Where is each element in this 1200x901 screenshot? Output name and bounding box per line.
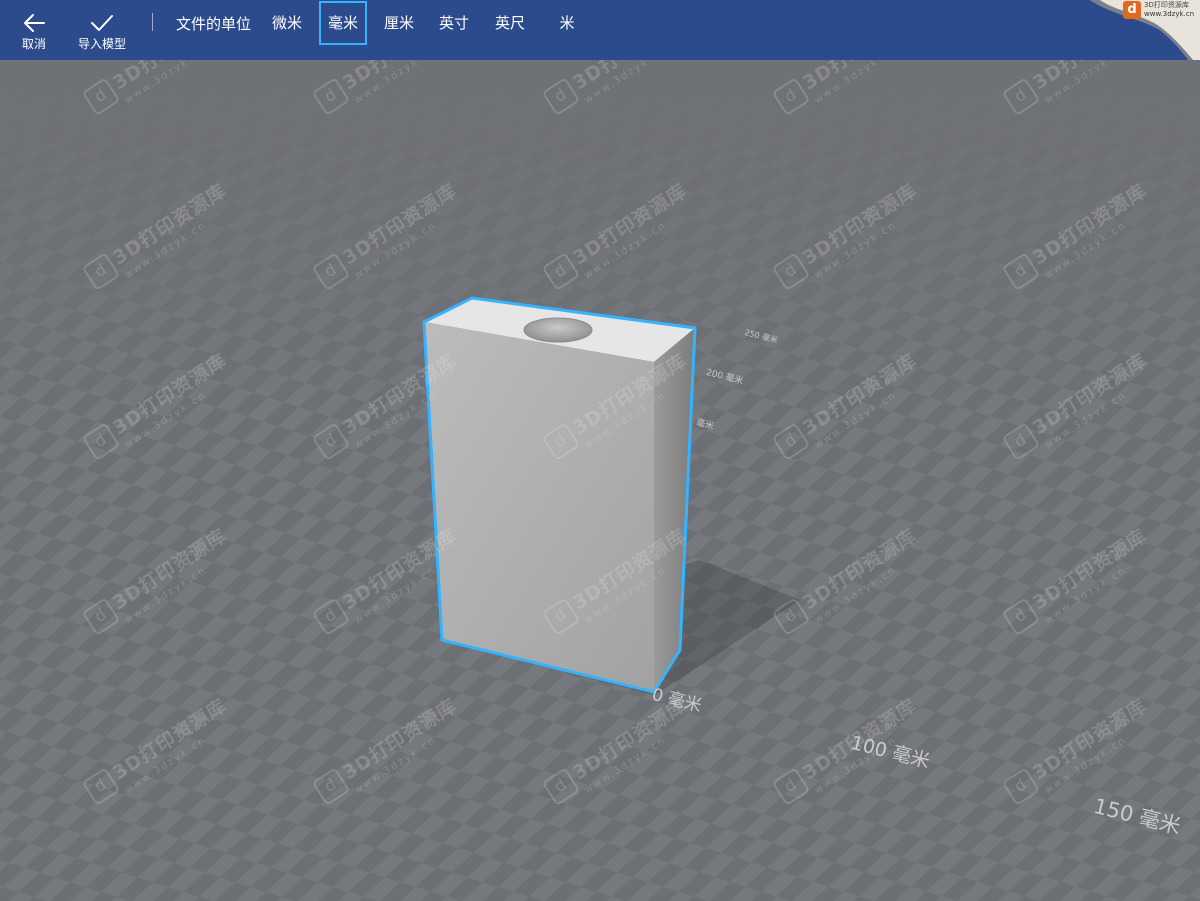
model-front-face	[424, 322, 654, 692]
imported-model[interactable]	[422, 296, 697, 694]
import-model-button[interactable]: 导入模型	[74, 0, 130, 60]
cancel-label: 取消	[21, 37, 46, 51]
units-caption: 文件的单位	[176, 15, 252, 33]
logo-url: www.3dzyk.cn	[1144, 10, 1195, 18]
unit-micrometer[interactable]: 微米	[266, 1, 308, 45]
unit-inch[interactable]: 英寸	[433, 1, 475, 45]
logo-mark: d	[1123, 1, 1141, 19]
logo-title: 3D打印资源库	[1144, 1, 1189, 9]
scene-canvas	[0, 60, 1200, 901]
back-arrow-icon	[22, 10, 46, 36]
unit-foot[interactable]: 英尺	[489, 1, 531, 45]
model-hole	[523, 317, 593, 343]
top-toolbar: 取消 导入模型 文件的单位 微米 毫米 厘米 英寸 英尺 米	[0, 0, 1200, 60]
cancel-button[interactable]: 取消	[14, 0, 54, 60]
checkmark-icon	[90, 10, 114, 36]
3d-viewport[interactable]: 0 毫米 100 毫米 150 毫米 200 毫米 250 毫米 毫米 d3D打…	[0, 60, 1200, 901]
unit-centimeter[interactable]: 厘米	[378, 1, 420, 45]
unit-millimeter[interactable]: 毫米	[319, 1, 367, 45]
import-model-label: 导入模型	[77, 37, 126, 51]
toolbar-divider	[152, 13, 153, 31]
site-logo: d 3D打印资源库 www.3dzyk.cn	[1123, 0, 1195, 20]
unit-meter[interactable]: 米	[553, 1, 581, 45]
